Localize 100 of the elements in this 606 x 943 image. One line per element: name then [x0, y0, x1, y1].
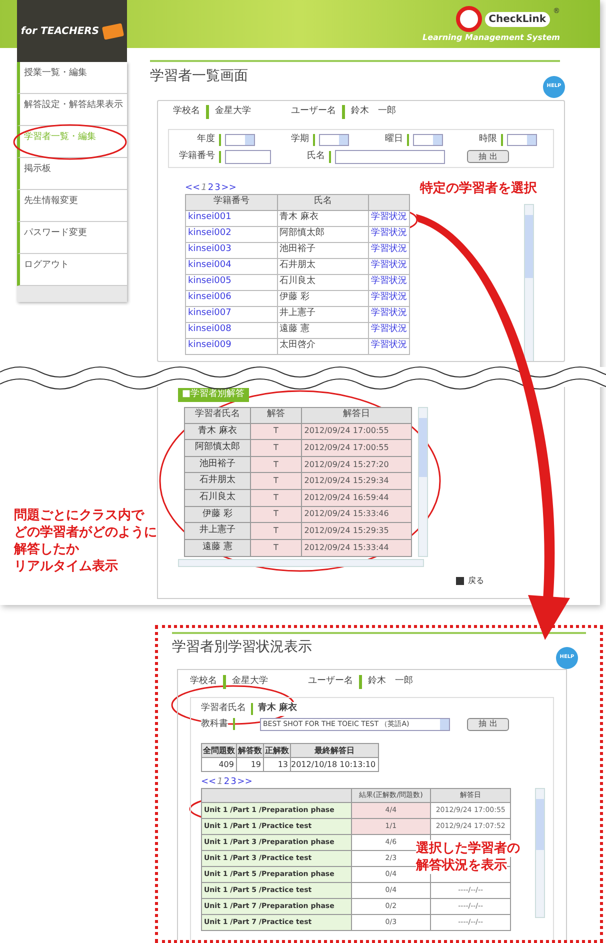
- extract-button[interactable]: 抽 出: [467, 150, 509, 163]
- caret-icon: [527, 134, 536, 145]
- table-cell[interactable]: kinsei002: [186, 226, 278, 242]
- page-link[interactable]: <<: [201, 776, 216, 788]
- filter-label: 学期: [290, 133, 309, 146]
- logo-ring-icon: [456, 6, 482, 32]
- column-header: 学籍番号: [186, 194, 278, 210]
- field-label: ユーザー名: [291, 105, 336, 118]
- table-cell: T: [250, 472, 302, 490]
- table-cell: 伊藤 彩: [277, 290, 369, 306]
- table-cell[interactable]: 学習状況: [368, 338, 410, 354]
- sidebar-item[interactable]: 授業一覧・編集: [17, 62, 127, 94]
- label-divider: [219, 150, 221, 162]
- filter-label: 学籍番号: [178, 150, 215, 163]
- sidebar-item[interactable]: 解答設定・解答結果表示: [17, 94, 127, 126]
- table-cell: 2012/09/24 15:33:44: [302, 539, 412, 556]
- table-cell[interactable]: kinsei005: [186, 274, 278, 290]
- logo-tagline: Learning Management System: [422, 32, 560, 44]
- label-divider: [313, 134, 315, 146]
- page-link[interactable]: 1: [201, 182, 207, 194]
- table-cell[interactable]: kinsei003: [186, 242, 278, 258]
- select-field[interactable]: [413, 134, 443, 146]
- filter-label: 年度: [196, 133, 215, 146]
- table-cell[interactable]: kinsei001: [186, 210, 278, 226]
- annotation-text: どの学習者がどのように: [14, 524, 157, 541]
- table-cell: 13: [264, 758, 290, 772]
- select-field[interactable]: [225, 134, 255, 146]
- table-cell[interactable]: 学習状況: [368, 290, 410, 306]
- table-cell: T: [250, 440, 302, 456]
- label-divider: [501, 134, 503, 146]
- table-cell[interactable]: kinsei006: [186, 290, 278, 306]
- table-cell[interactable]: 学習状況: [368, 306, 410, 322]
- scrollbar[interactable]: [178, 558, 424, 566]
- page-link[interactable]: 1: [217, 776, 223, 788]
- table-cell: 2012/09/24 17:00:55: [302, 440, 412, 456]
- table-cell: 19: [236, 758, 264, 772]
- page-link[interactable]: <<: [185, 182, 200, 194]
- column-header: 学習者氏名: [184, 407, 250, 423]
- input-field[interactable]: [335, 150, 445, 164]
- table-cell: 阿部慎太郎: [184, 440, 250, 456]
- table-cell: 池田裕子: [184, 456, 250, 473]
- table-cell: 2012/09/24 15:27:20: [302, 456, 412, 473]
- annotation-text: 解答したか: [14, 541, 79, 558]
- caret-icon: [433, 134, 442, 145]
- sidebar-item[interactable]: 先生情報変更: [17, 190, 127, 222]
- table-cell[interactable]: 学習状況: [368, 226, 410, 242]
- scrollbar[interactable]: [524, 204, 534, 361]
- page-link[interactable]: 2: [208, 182, 214, 194]
- table-cell: 青木 麻衣: [277, 210, 369, 226]
- page-link[interactable]: >>: [237, 776, 252, 788]
- table-cell: 2012/09/24 15:29:35: [302, 522, 412, 540]
- table-cell: 遠藤 憲: [184, 539, 250, 556]
- filter-label: 時限: [478, 133, 497, 146]
- extract-button[interactable]: 抽 出: [467, 718, 509, 731]
- select-field[interactable]: [507, 134, 537, 146]
- table-cell[interactable]: 学習状況: [368, 242, 410, 258]
- scrollbar[interactable]: [418, 406, 428, 556]
- select-field[interactable]: [319, 134, 349, 146]
- table-cell[interactable]: kinsei004: [186, 258, 278, 274]
- label-divider: [329, 150, 331, 162]
- table-cell[interactable]: 学習状況: [368, 258, 410, 274]
- table-cell: 2012/09/24 15:33:46: [302, 506, 412, 523]
- table-cell: T: [250, 490, 302, 506]
- table-cell: 2012/09/24 16:59:44: [302, 490, 412, 506]
- table-cell: 石川良太: [184, 490, 250, 506]
- table-cell[interactable]: 学習状況: [368, 210, 410, 226]
- field-label: 学校名: [173, 105, 200, 118]
- section-tag: ■学習者別解答: [178, 388, 249, 402]
- table-cell: 石川良太: [277, 274, 369, 290]
- sidebar-item[interactable]: ログアウト: [17, 254, 127, 286]
- label-divider: [251, 702, 253, 715]
- table-cell[interactable]: 学習状況: [368, 274, 410, 290]
- page-link[interactable]: 3: [230, 776, 236, 788]
- column-header: 解答: [250, 407, 302, 423]
- column-header: 最終解答日: [290, 744, 378, 758]
- table-cell[interactable]: kinsei009: [186, 338, 278, 354]
- page-link[interactable]: 2: [224, 776, 230, 788]
- field-label: 学校名: [190, 675, 217, 688]
- column-header: 全問題数: [202, 744, 236, 758]
- label-divider: [219, 134, 221, 146]
- scrollbar[interactable]: [535, 788, 545, 918]
- table-cell[interactable]: kinsei007: [186, 306, 278, 322]
- page-title: 学習者別学習状況表示: [172, 638, 312, 657]
- caret-icon: [339, 134, 348, 145]
- page-link[interactable]: 3: [214, 182, 220, 194]
- table-cell[interactable]: 学習状況: [368, 322, 410, 338]
- annotation-text: 特定の学習者を選択: [420, 180, 537, 197]
- sidebar-item[interactable]: パスワード変更: [17, 222, 127, 254]
- annotation-text: 選択した学習者の: [416, 840, 520, 857]
- page-link[interactable]: >>: [221, 182, 236, 194]
- filter-label: 氏名: [306, 150, 325, 163]
- field-value: 鈴木 一郎: [351, 105, 396, 118]
- sidebar-item[interactable]: 掲示板: [17, 158, 127, 190]
- table-cell: 遠藤 憲: [277, 322, 369, 338]
- filter-label: 曜日: [384, 133, 403, 146]
- table-cell: T: [250, 423, 302, 440]
- table-cell: 石井朋太: [184, 472, 250, 490]
- table-cell[interactable]: kinsei008: [186, 322, 278, 338]
- back-link[interactable]: 戻る: [468, 574, 484, 586]
- input-field[interactable]: [225, 150, 271, 164]
